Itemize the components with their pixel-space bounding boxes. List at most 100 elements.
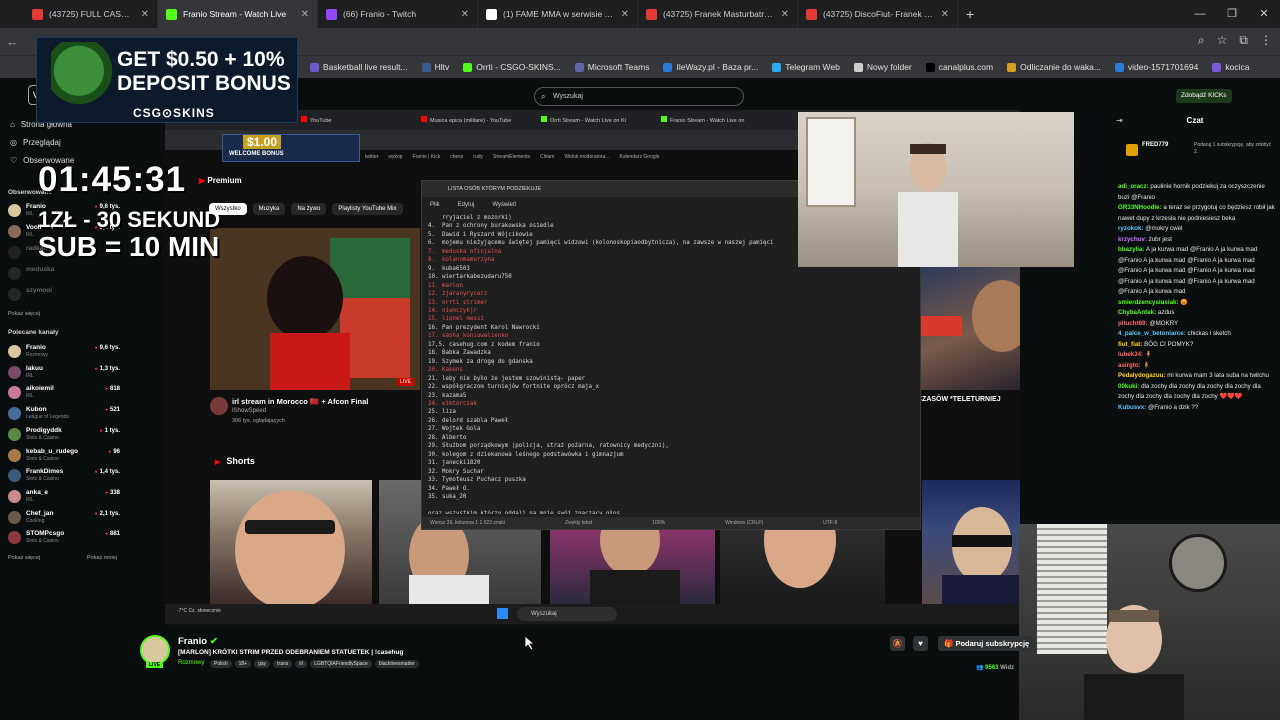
chat-username[interactable]: ryzokok:	[1118, 225, 1143, 232]
chat-username[interactable]: lubek34:	[1118, 351, 1143, 358]
channel-row[interactable]: FranioRozmowy 9,6 tys.	[8, 343, 120, 361]
channel-row[interactable]: lakuuIRL 1,3 tys.	[8, 364, 120, 382]
close-tab-icon[interactable]: ✕	[781, 9, 789, 20]
bookmark-item[interactable]: Orrti - CSGO-SKINS...	[463, 62, 561, 72]
browser-tab[interactable]: (66) Franio - Twitch ✕	[318, 0, 478, 28]
browser-tab[interactable]: (43725) FULL CASE BREAK UCC ✕	[0, 0, 158, 28]
browser-tab[interactable]: (1) FAME MMA w serwisie X: „B ✕	[478, 0, 638, 28]
channel-row[interactable]: anka_eIRL 338	[8, 488, 120, 506]
close-window-icon[interactable]: ✕	[1248, 0, 1280, 28]
chat-username[interactable]: adi_oracz:	[1118, 183, 1149, 190]
stream-tag[interactable]: irl	[295, 660, 308, 668]
bookmark-label: Orrti - CSGO-SKINS...	[476, 62, 561, 72]
close-tab-icon[interactable]: ✕	[461, 9, 469, 20]
bookmark-item[interactable]: Odliczanie do waka...	[1007, 62, 1101, 72]
gift-sub-banner[interactable]: FRED779 Podaruj 1 subskrypcję, aby zdoby…	[1124, 140, 1276, 172]
close-tab-icon[interactable]: ✕	[141, 9, 149, 20]
notepad-line: 24. wiktorczak	[428, 400, 477, 407]
bookmark-item[interactable]: canalplus.com	[925, 62, 993, 72]
notepad-line: 27. Wojtek Gola	[428, 426, 481, 433]
bookmark-item[interactable]: Basketball live result...	[310, 62, 408, 72]
video-thumbnail[interactable]	[917, 266, 1020, 390]
bookmark-item[interactable]: kocica	[1212, 62, 1249, 72]
sidebar-nav-compass[interactable]: ◎ Przeglądaj	[10, 138, 61, 147]
extension-icon[interactable]: ⧉	[1239, 33, 1248, 48]
chat-username[interactable]: fiut_fiat:	[1118, 341, 1142, 348]
channel-row-viewers: 881	[105, 531, 120, 537]
star-icon[interactable]: ☆	[1217, 33, 1228, 48]
channel-row[interactable]: meduska	[8, 265, 120, 283]
channel-row-category: IRL	[26, 393, 34, 400]
browser-tab[interactable]: (43725) DiscoFiut- Franek Praw ✕	[798, 0, 958, 28]
inner-bookmark: Widok moderatora...	[564, 154, 610, 160]
channel-row[interactable]: ProdigyddkSlots & Casino 1 tys.	[8, 426, 120, 444]
channel-row[interactable]: FrankDimesSlots & Casino 1,4 tys.	[8, 467, 120, 485]
chat-message: bbazylia: A ja kurwa mad @Franio A ja ku…	[1118, 245, 1276, 298]
gift-sub-button[interactable]: 🎁 Podaruj subskrypcję	[938, 636, 1036, 651]
stream-category[interactable]: Rozmowy	[178, 660, 204, 666]
bookmark-item[interactable]: video-1571701694	[1114, 62, 1198, 72]
stream-tag[interactable]: 18+	[234, 660, 252, 668]
menu-icon[interactable]: ⋮	[1260, 33, 1272, 48]
kicks-button[interactable]: Zdobądź KICKs	[1176, 89, 1232, 103]
bookmark-item[interactable]: Hltv	[421, 62, 449, 72]
show-more-link[interactable]: Pokaż więcej	[8, 555, 40, 561]
chat-username[interactable]: Kubusvx:	[1118, 404, 1146, 411]
chat-username[interactable]: 4_palce_w_betoniarce:	[1118, 330, 1186, 337]
channel-row[interactable]: KubonLeague of Legends 521	[8, 405, 120, 423]
short-thumbnail[interactable]	[210, 480, 372, 605]
stream-tag[interactable]: trans	[273, 660, 293, 668]
inner-taskbar: -7°C Cz. słonecznie Wyszukaj	[165, 604, 1020, 624]
search-input[interactable]: ⌕ Wyszukaj	[534, 87, 744, 106]
close-tab-icon[interactable]: ✕	[621, 9, 629, 20]
back-icon[interactable]: ←	[6, 34, 19, 49]
zoom-icon[interactable]: ⌕	[1198, 33, 1205, 48]
bookmark-favicon-icon	[421, 62, 431, 72]
channel-row[interactable]: szymooi	[8, 286, 120, 304]
channel-row-category: IRL	[26, 496, 34, 503]
channel-row[interactable]: aikoiemilIRL 818	[8, 384, 120, 402]
channel-row[interactable]: Chef_janCooking 2,1 tys.	[8, 509, 120, 527]
follow-heart-icon[interactable]: ♥	[913, 636, 928, 651]
chat-username[interactable]: smierdzencysiusiak:	[1118, 299, 1179, 306]
restore-icon[interactable]: ❐	[1216, 0, 1248, 28]
chat-username[interactable]: asirgto:	[1118, 362, 1141, 369]
chat-username[interactable]: 00kuki:	[1118, 383, 1139, 390]
new-tab-button[interactable]: +	[958, 0, 982, 28]
browser-tab[interactable]: Franio Stream - Watch Live ✕	[158, 0, 318, 28]
minimize-icon[interactable]: —	[1184, 0, 1216, 28]
chat-username[interactable]: Pedalydogazuu:	[1118, 372, 1165, 379]
close-tab-icon[interactable]: ✕	[301, 9, 309, 20]
stream-tag[interactable]: blacklivesmatter	[374, 660, 419, 668]
chat-username[interactable]: bbazylia:	[1118, 246, 1144, 253]
video-channel[interactable]: IShowSpeed	[232, 408, 266, 414]
short-thumbnail[interactable]	[922, 480, 1020, 605]
chat-username[interactable]: GR33NHoodie:	[1118, 204, 1162, 211]
channel-avatar[interactable]	[140, 635, 170, 665]
close-tab-icon[interactable]: ✕	[941, 9, 949, 20]
browser-tab[interactable]: (43725) Franek Masturbatra - D ✕	[638, 0, 798, 28]
channel-row[interactable]: STOMPcsgoSlots & Casino 881	[8, 529, 120, 547]
show-less-link[interactable]: Pokaż mniej	[87, 555, 117, 561]
notepad-line: 31. janecki1820	[428, 460, 481, 467]
video-title[interactable]: CZASÓW *TELETURNIEJ	[917, 396, 1001, 403]
stream-tag[interactable]: LGBTQIAFriendlySpace	[310, 660, 372, 668]
bookmark-item[interactable]: IleWazy.pl - Baza pr...	[663, 62, 758, 72]
bookmark-item[interactable]: Nowy folder	[853, 62, 912, 72]
bookmark-item[interactable]: Telegram Web	[772, 62, 840, 72]
show-more-link[interactable]: Pokaż więcej	[8, 311, 40, 317]
avatar	[8, 448, 21, 462]
chat-username[interactable]: krzychuv:	[1118, 236, 1147, 243]
casino-ad-overlay[interactable]: GET $0.50 + 10% DEPOSIT BONUS CSG⊙SKINS	[36, 37, 298, 123]
stream-tag[interactable]: Polish	[210, 660, 232, 668]
chat-username[interactable]: pitucht69:	[1118, 320, 1148, 327]
chat-username[interactable]: ChybaAntek:	[1118, 309, 1156, 316]
video-thumbnail[interactable]: LIVE	[210, 228, 420, 390]
mute-notifications-icon[interactable]: 🔕	[890, 636, 905, 651]
stream-tag[interactable]: gay	[254, 660, 271, 668]
channel-avatar[interactable]	[210, 397, 228, 415]
bookmark-item[interactable]: Microsoft Teams	[574, 62, 649, 72]
video-title[interactable]: irl stream in Morocco 🇲🇦 + Afcon Final	[232, 397, 368, 406]
channel-row[interactable]: kebab_u_rudegoSlots & Casino 96	[8, 447, 120, 465]
channel-name[interactable]: Franio ✔	[178, 636, 218, 647]
